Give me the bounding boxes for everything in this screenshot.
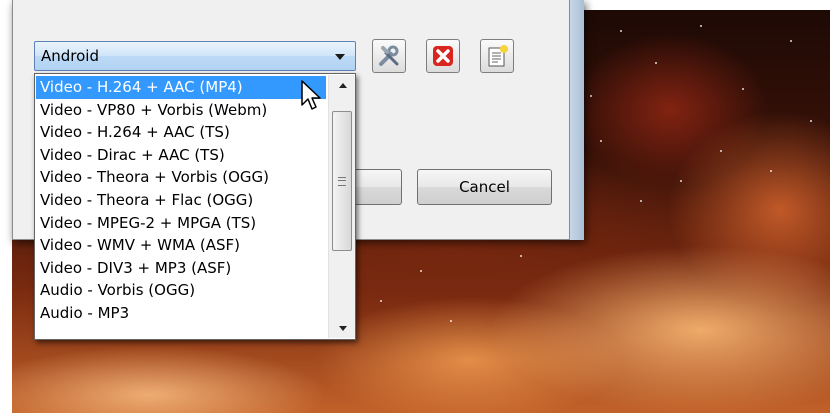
- wrench-screwdriver-icon: [379, 45, 399, 66]
- dropdown-scrollbar[interactable]: [328, 75, 355, 338]
- dropdown-item[interactable]: Video - DIV3 + MP3 (ASF): [36, 257, 326, 280]
- profile-dropdown-list: Video - H.264 + AAC (MP4) Video - VP80 + …: [34, 73, 356, 340]
- dropdown-item[interactable]: Video - H.264 + AAC (MP4): [36, 76, 326, 99]
- dropdown-item[interactable]: Video - Dirac + AAC (TS): [36, 144, 326, 167]
- screenshot-border-left: [0, 0, 12, 413]
- dialog-frame-edge: [569, 0, 584, 240]
- dropdown-items: Video - H.264 + AAC (MP4) Video - VP80 + …: [36, 76, 326, 325]
- new-profile-button[interactable]: [480, 39, 514, 73]
- dropdown-item[interactable]: Audio - Vorbis (OGG): [36, 279, 326, 302]
- dropdown-item[interactable]: Audio - MP3: [36, 302, 326, 325]
- delete-profile-button[interactable]: [426, 39, 460, 73]
- arrow-up-icon: [338, 82, 347, 88]
- dropdown-item[interactable]: Video - MPEG-2 + MPGA (TS): [36, 212, 326, 235]
- scroll-up-button[interactable]: [329, 75, 355, 95]
- arrow-down-icon: [338, 325, 347, 331]
- profile-combobox-value: Android: [41, 47, 99, 65]
- mouse-cursor-icon: [301, 80, 321, 110]
- profile-combobox[interactable]: Android: [34, 41, 356, 71]
- dropdown-item[interactable]: Video - Theora + Flac (OGG): [36, 189, 326, 212]
- scroll-thumb[interactable]: [332, 111, 352, 251]
- edit-profile-button[interactable]: [372, 39, 406, 73]
- scroll-down-button[interactable]: [329, 318, 355, 338]
- dropdown-item[interactable]: Video - VP80 + Vorbis (Webm): [36, 99, 326, 122]
- chevron-down-icon[interactable]: [335, 54, 345, 60]
- grip-icon: [338, 176, 346, 186]
- new-document-icon: [488, 45, 508, 67]
- dropdown-item[interactable]: Video - WMV + WMA (ASF): [36, 234, 326, 257]
- cancel-button[interactable]: Cancel: [417, 169, 552, 205]
- dropdown-item[interactable]: Video - H.264 + AAC (TS): [36, 121, 326, 144]
- dropdown-item[interactable]: Video - Theora + Vorbis (OGG): [36, 166, 326, 189]
- red-x-delete-icon: [433, 46, 453, 66]
